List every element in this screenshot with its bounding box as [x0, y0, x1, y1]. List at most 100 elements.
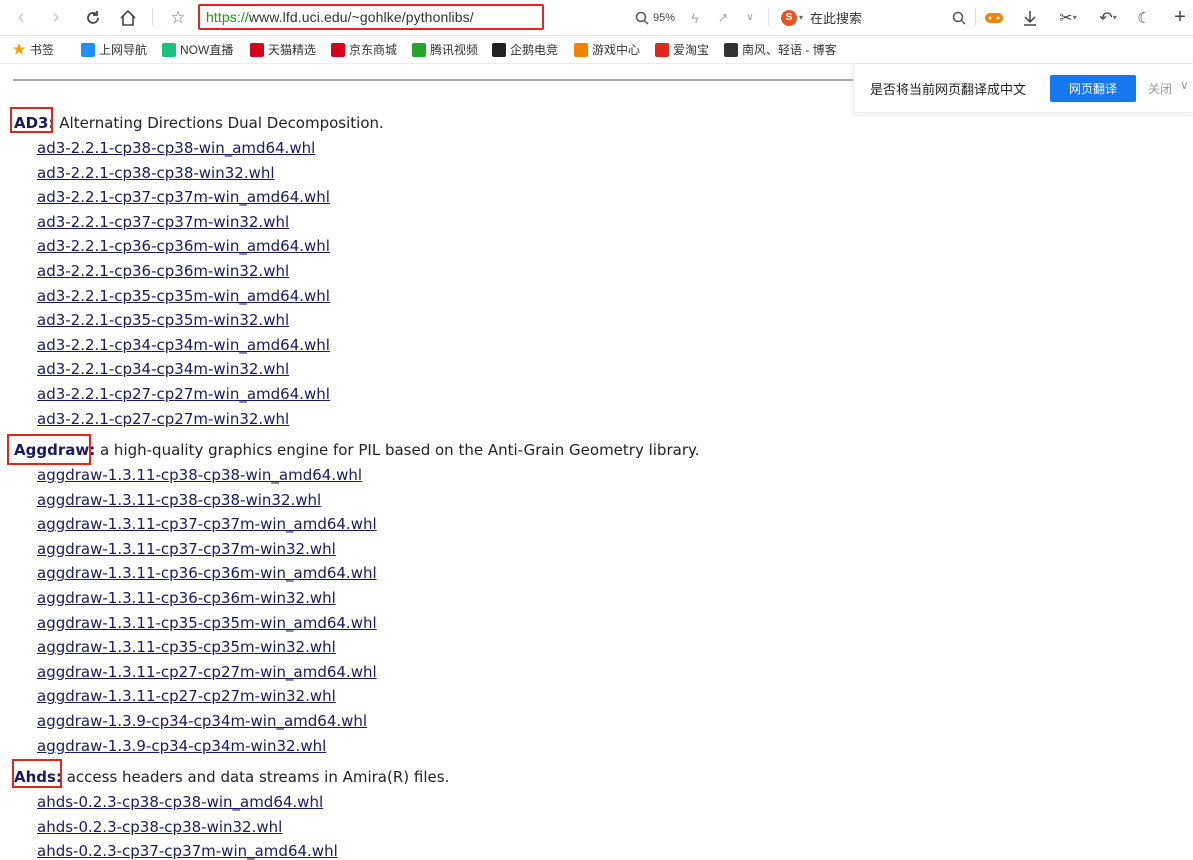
- undo-button[interactable]: ↶ ▾: [1092, 0, 1124, 35]
- home-button[interactable]: [115, 0, 141, 35]
- download-link[interactable]: ad3-2.2.1-cp34-cp34m-win32.whl: [37, 360, 289, 378]
- bookmark-item[interactable]: ★ 书签: [12, 36, 54, 63]
- bookmark-item[interactable]: 游戏中心: [574, 36, 640, 63]
- download-link[interactable]: ad3-2.2.1-cp35-cp35m-win_amd64.whl: [37, 287, 330, 305]
- bookmark-item[interactable]: 天猫精选: [250, 36, 316, 63]
- search-engine-selector[interactable]: S ▾: [778, 0, 806, 35]
- night-mode-button[interactable]: ☾: [1133, 0, 1155, 35]
- back-button[interactable]: ‹: [8, 0, 34, 35]
- translate-bar: 是否将当前网页翻译成中文 网页翻译 关闭 ∨: [853, 64, 1193, 113]
- download-link[interactable]: aggdraw-1.3.11-cp37-cp37m-win_amd64.whl: [37, 515, 377, 533]
- chevron-down-icon: ∨: [746, 12, 754, 23]
- url-dropdown-button[interactable]: ∨: [741, 0, 759, 35]
- now-icon: [162, 42, 176, 57]
- bookmark-label: 京东商城: [349, 43, 398, 57]
- browser-toolbar: ‹ › ☆ https://www.lfd.uci.edu/~gohlke/py…: [0, 0, 1193, 36]
- jd-icon: [331, 42, 345, 57]
- download-link[interactable]: ad3-2.2.1-cp27-cp27m-win32.whl: [37, 410, 289, 428]
- download-link[interactable]: ahds-0.2.3-cp37-cp37m-win_amd64.whl: [37, 842, 338, 860]
- taobao-icon: [655, 42, 669, 57]
- search-placeholder: 在此搜索: [810, 11, 863, 26]
- undo-icon: ↶: [1099, 9, 1113, 27]
- download-link[interactable]: aggdraw-1.3.11-cp36-cp36m-win_amd64.whl: [37, 564, 377, 582]
- zoom-indicator[interactable]: 95%: [632, 0, 678, 35]
- download-link[interactable]: aggdraw-1.3.11-cp37-cp37m-win32.whl: [37, 540, 336, 558]
- address-bar[interactable]: https://www.lfd.uci.edu/~gohlke/pythonli…: [198, 4, 544, 30]
- bookmark-label: NOW直播: [180, 43, 234, 57]
- tmall-icon: [250, 42, 264, 57]
- bookmark-item[interactable]: 上网导航: [81, 36, 147, 63]
- package-header: Aggdraw: a high-quality graphics engine …: [14, 441, 700, 459]
- translate-message: 是否将当前网页翻译成中文: [870, 82, 1027, 97]
- bookmark-label: 南风、轻语 - 博客: [742, 43, 837, 57]
- moon-icon: ☾: [1137, 9, 1151, 27]
- game-button[interactable]: [982, 0, 1006, 35]
- bookmark-label: 爱淘宝: [673, 43, 710, 57]
- gamepad-icon: [985, 12, 1003, 23]
- lightning-icon: ϟ: [691, 9, 699, 26]
- download-link[interactable]: aggdraw-1.3.11-cp35-cp35m-win32.whl: [37, 638, 336, 656]
- bookmark-label: 书签: [30, 43, 55, 57]
- penguin-icon: [492, 42, 506, 57]
- download-link[interactable]: ahds-0.2.3-cp38-cp38-win_amd64.whl: [37, 793, 323, 811]
- download-link[interactable]: aggdraw-1.3.11-cp35-cp35m-win_amd64.whl: [37, 614, 377, 632]
- package-header: AD3: Alternating Directions Dual Decompo…: [14, 114, 384, 132]
- download-link[interactable]: aggdraw-1.3.11-cp27-cp27m-win_amd64.whl: [37, 663, 377, 681]
- bookmark-item[interactable]: 南风、轻语 - 博客: [724, 36, 837, 63]
- search-button[interactable]: [949, 0, 969, 35]
- chevron-down-icon: ▾: [1072, 13, 1077, 22]
- download-button[interactable]: [1018, 0, 1042, 35]
- url-path: www.lfd.uci.edu/~gohlke/pythonlibs/: [248, 9, 474, 25]
- toolbar-separator: [975, 8, 976, 26]
- download-link[interactable]: ad3-2.2.1-cp38-cp38-win_amd64.whl: [37, 139, 315, 157]
- download-link[interactable]: ad3-2.2.1-cp37-cp37m-win32.whl: [37, 213, 289, 231]
- search-input[interactable]: 在此搜索: [810, 0, 950, 35]
- home-icon: [120, 9, 136, 26]
- bookmark-item[interactable]: 京东商城: [331, 36, 397, 63]
- page-content: AD3: Alternating Directions Dual Decompo…: [0, 64, 1193, 860]
- gamepad-icon: [574, 42, 588, 57]
- star-outline-icon: ☆: [170, 7, 186, 27]
- share-button[interactable]: ↗: [713, 0, 733, 35]
- bookmark-star-button[interactable]: ☆: [166, 0, 190, 35]
- package-description: a high-quality graphics engine for PIL b…: [95, 441, 700, 459]
- download-link[interactable]: aggdraw-1.3.11-cp36-cp36m-win32.whl: [37, 589, 336, 607]
- download-link[interactable]: ad3-2.2.1-cp34-cp34m-win_amd64.whl: [37, 336, 330, 354]
- download-link[interactable]: ad3-2.2.1-cp36-cp36m-win_amd64.whl: [37, 237, 330, 255]
- sogou-icon: S: [780, 9, 797, 26]
- download-link[interactable]: aggdraw-1.3.11-cp27-cp27m-win32.whl: [37, 687, 336, 705]
- download-link[interactable]: ad3-2.2.1-cp38-cp38-win32.whl: [37, 164, 275, 182]
- download-link[interactable]: ad3-2.2.1-cp35-cp35m-win32.whl: [37, 311, 289, 329]
- bookmark-item[interactable]: 腾讯视频: [412, 36, 478, 63]
- download-link[interactable]: aggdraw-1.3.9-cp34-cp34m-win_amd64.whl: [37, 712, 367, 730]
- screenshot-button[interactable]: ✂ ▾: [1052, 0, 1084, 35]
- download-link[interactable]: aggdraw-1.3.9-cp34-cp34m-win32.whl: [37, 737, 326, 755]
- url-scheme: https://: [206, 9, 249, 25]
- package-header: Ahds: access headers and data streams in…: [14, 768, 449, 786]
- download-link[interactable]: aggdraw-1.3.11-cp38-cp38-win32.whl: [37, 491, 321, 509]
- download-link[interactable]: aggdraw-1.3.11-cp38-cp38-win_amd64.whl: [37, 466, 362, 484]
- download-link[interactable]: ad3-2.2.1-cp27-cp27m-win_amd64.whl: [37, 385, 330, 403]
- reload-icon: [87, 10, 99, 24]
- menu-button[interactable]: +: [1168, 0, 1192, 35]
- bookmark-label: 企鹅电竞: [510, 43, 559, 57]
- bookmark-item[interactable]: 企鹅电竞: [492, 36, 558, 63]
- share-icon: ↗: [717, 9, 729, 25]
- chevron-down-icon: ▾: [798, 13, 803, 22]
- download-link[interactable]: ad3-2.2.1-cp36-cp36m-win32.whl: [37, 262, 289, 280]
- translate-button[interactable]: 网页翻译: [1050, 75, 1136, 102]
- translate-close-button[interactable]: 关闭: [1148, 80, 1172, 97]
- reload-button[interactable]: [80, 0, 106, 35]
- toolbar-separator: [768, 8, 769, 26]
- bookmark-item[interactable]: NOW直播: [162, 36, 233, 63]
- download-link[interactable]: ahds-0.2.3-cp38-cp38-win32.whl: [37, 818, 282, 836]
- lightning-button[interactable]: ϟ: [686, 0, 704, 35]
- highlight-box: [7, 434, 91, 465]
- download-link[interactable]: ad3-2.2.1-cp37-cp37m-win_amd64.whl: [37, 188, 330, 206]
- chevron-down-icon: ▾: [1112, 13, 1117, 22]
- chevron-down-icon[interactable]: ∨: [1180, 78, 1189, 92]
- bookmark-item[interactable]: 爱淘宝: [655, 36, 709, 63]
- forward-button[interactable]: ›: [43, 0, 69, 35]
- toolbar-separator: [152, 8, 153, 26]
- blog-icon: [724, 42, 738, 57]
